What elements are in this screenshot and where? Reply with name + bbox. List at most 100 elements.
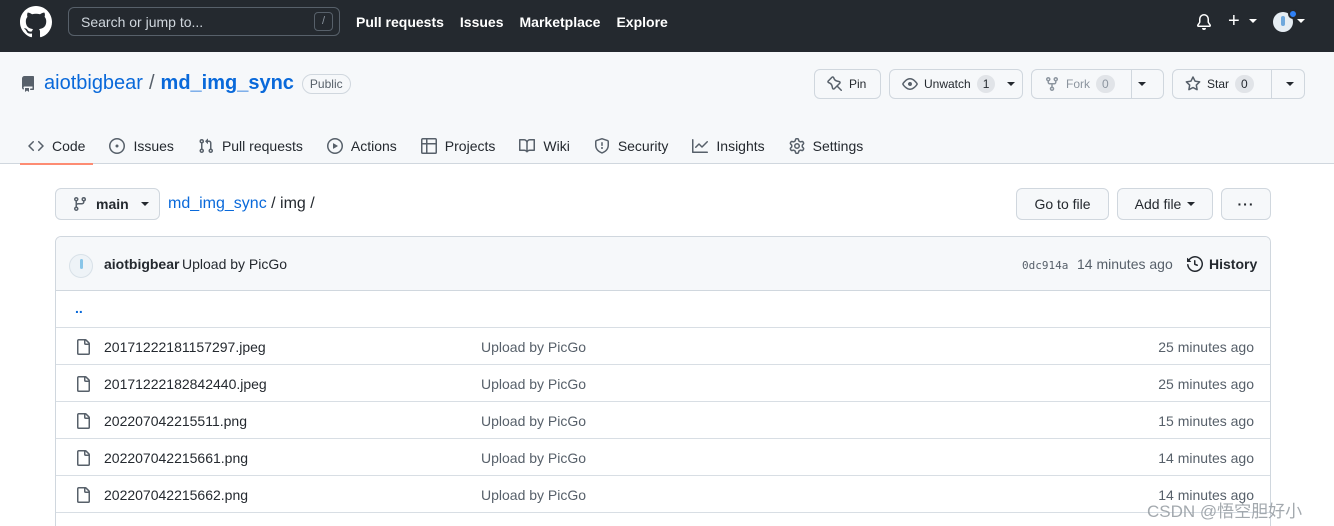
commit-author[interactable]: aiotbigbear bbox=[104, 256, 179, 272]
book-icon bbox=[519, 138, 536, 153]
tab-insights[interactable]: Insights bbox=[684, 128, 772, 164]
tab-security-label: Security bbox=[617, 138, 669, 154]
go-to-file-button[interactable]: Go to file bbox=[1016, 188, 1109, 220]
more-options-button[interactable]: ··· bbox=[1221, 188, 1271, 220]
commit-message[interactable]: Upload by PicGo bbox=[182, 256, 287, 272]
fork-caret-icon[interactable] bbox=[1137, 82, 1146, 86]
file-row[interactable]: 202207042215511.png Upload by PicGo 15 m… bbox=[56, 402, 1270, 439]
branch-select-button[interactable]: main bbox=[55, 188, 160, 220]
file-row[interactable]: 20171222181157297.jpeg Upload by PicGo 2… bbox=[56, 328, 1270, 365]
tab-actions[interactable]: Actions bbox=[319, 128, 405, 164]
file-commit-message[interactable]: Upload by PicGo bbox=[481, 339, 586, 355]
graph-icon bbox=[692, 139, 709, 153]
pin-button[interactable]: Pin bbox=[814, 69, 881, 99]
nav-pull-requests[interactable]: Pull requests bbox=[356, 14, 444, 30]
visibility-badge: Public bbox=[301, 73, 351, 94]
fork-count: 0 bbox=[1096, 75, 1115, 93]
create-new-icon[interactable]: + bbox=[1228, 11, 1240, 31]
pull-request-icon bbox=[199, 138, 213, 154]
pin-label: Pin bbox=[849, 77, 867, 91]
breadcrumb-path: / img / bbox=[266, 195, 315, 212]
gear-icon bbox=[789, 138, 805, 154]
tab-issues-label: Issues bbox=[133, 138, 174, 154]
history-label: History bbox=[1209, 256, 1258, 272]
tab-security[interactable]: Security bbox=[586, 128, 677, 164]
history-link[interactable]: History bbox=[1187, 256, 1257, 272]
file-commit-message[interactable]: Upload by PicGo bbox=[481, 450, 586, 466]
parent-directory-link[interactable]: .. bbox=[75, 300, 83, 316]
breadcrumb: md_img_sync / img / bbox=[168, 195, 315, 213]
file-commit-message[interactable]: Upload by PicGo bbox=[481, 487, 586, 503]
issue-icon bbox=[109, 138, 126, 154]
add-file-label: Add file bbox=[1134, 196, 1182, 212]
file-name[interactable]: 202207042215661.png bbox=[104, 450, 248, 466]
star-button[interactable]: Star 0 bbox=[1172, 69, 1305, 99]
file-commit-message[interactable]: Upload by PicGo bbox=[481, 376, 586, 392]
repo-header: aiotbigbear / md_img_sync Public Pin Unw… bbox=[0, 52, 1334, 165]
tab-pull-requests-label: Pull requests bbox=[221, 138, 303, 154]
latest-commit-bar: aiotbigbear Upload by PicGo 0dc914a 14 m… bbox=[56, 237, 1270, 291]
file-icon bbox=[77, 487, 90, 503]
shield-icon bbox=[594, 138, 609, 154]
file-list: aiotbigbear Upload by PicGo 0dc914a 14 m… bbox=[55, 236, 1271, 526]
file-row[interactable]: 20171222182842440.jpeg Upload by PicGo 2… bbox=[56, 365, 1270, 402]
file-row[interactable]: 202207042215662.png Upload by PicGo 14 m… bbox=[56, 476, 1270, 513]
fork-button[interactable]: Fork 0 bbox=[1031, 69, 1164, 99]
tab-wiki[interactable]: Wiki bbox=[511, 128, 577, 164]
commit-author-avatar[interactable] bbox=[69, 254, 93, 278]
unwatch-button[interactable]: Unwatch 1 bbox=[889, 69, 1023, 99]
watch-caret-icon bbox=[1007, 82, 1016, 86]
user-menu-caret-icon[interactable] bbox=[1297, 19, 1305, 23]
branch-icon bbox=[73, 197, 86, 212]
branch-caret-icon bbox=[140, 202, 149, 206]
nav-marketplace[interactable]: Marketplace bbox=[520, 14, 601, 30]
tab-issues[interactable]: Issues bbox=[101, 128, 181, 164]
fork-icon bbox=[1046, 77, 1058, 92]
unwatch-label: Unwatch bbox=[924, 77, 971, 91]
star-caret-icon[interactable] bbox=[1285, 82, 1294, 86]
add-file-caret-icon bbox=[1187, 202, 1196, 206]
search-shortcut-key: / bbox=[314, 12, 333, 31]
table-icon bbox=[420, 138, 437, 154]
search-input[interactable]: Search or jump to... / bbox=[68, 7, 340, 36]
history-icon bbox=[1187, 256, 1203, 272]
parent-directory-row[interactable]: .. bbox=[56, 291, 1270, 328]
nav-explore[interactable]: Explore bbox=[616, 14, 667, 30]
global-header: Search or jump to... / Pull requests Iss… bbox=[0, 0, 1334, 52]
nav-issues[interactable]: Issues bbox=[460, 14, 504, 30]
tab-code[interactable]: Code bbox=[20, 128, 94, 165]
tab-projects[interactable]: Projects bbox=[413, 128, 504, 164]
file-name[interactable]: 202207042215511.png bbox=[104, 413, 247, 429]
play-circle-icon bbox=[326, 138, 343, 154]
tab-settings[interactable]: Settings bbox=[781, 128, 872, 164]
file-name[interactable]: 20171222181157297.jpeg bbox=[104, 339, 266, 355]
fork-label: Fork bbox=[1066, 77, 1090, 91]
tab-pull-requests[interactable]: Pull requests bbox=[190, 128, 311, 164]
file-commit-time: 25 minutes ago bbox=[1158, 376, 1254, 392]
add-file-button[interactable]: Add file bbox=[1117, 188, 1213, 220]
file-icon bbox=[77, 450, 90, 466]
file-icon bbox=[77, 376, 90, 392]
file-commit-time: 14 minutes ago bbox=[1158, 450, 1254, 466]
github-logo-icon[interactable] bbox=[20, 6, 52, 38]
repo-name-link[interactable]: md_img_sync bbox=[161, 72, 294, 95]
create-new-caret-icon[interactable] bbox=[1249, 19, 1257, 23]
notifications-bell-icon[interactable] bbox=[1196, 13, 1212, 31]
repo-owner-link[interactable]: aiotbigbear bbox=[44, 72, 143, 95]
tab-projects-label: Projects bbox=[444, 138, 496, 154]
watch-count: 1 bbox=[976, 75, 996, 93]
file-name[interactable]: 20171222182842440.jpeg bbox=[104, 376, 267, 392]
tab-insights-label: Insights bbox=[716, 138, 765, 154]
star-icon bbox=[1185, 76, 1201, 91]
notification-dot-icon bbox=[1288, 9, 1298, 19]
breadcrumb-repo-link[interactable]: md_img_sync bbox=[168, 195, 267, 213]
kebab-icon: ··· bbox=[1237, 196, 1255, 212]
go-to-file-label: Go to file bbox=[1034, 196, 1091, 212]
file-icon bbox=[77, 339, 90, 355]
file-name[interactable]: 202207042215662.png bbox=[104, 487, 248, 503]
repo-title-separator: / bbox=[148, 72, 155, 94]
commit-sha[interactable]: 0dc914a bbox=[1022, 259, 1068, 272]
file-commit-message[interactable]: Upload by PicGo bbox=[481, 413, 586, 429]
file-row[interactable]: 202207042215661.png Upload by PicGo 14 m… bbox=[56, 439, 1270, 476]
file-commit-time: 15 minutes ago bbox=[1158, 413, 1254, 429]
